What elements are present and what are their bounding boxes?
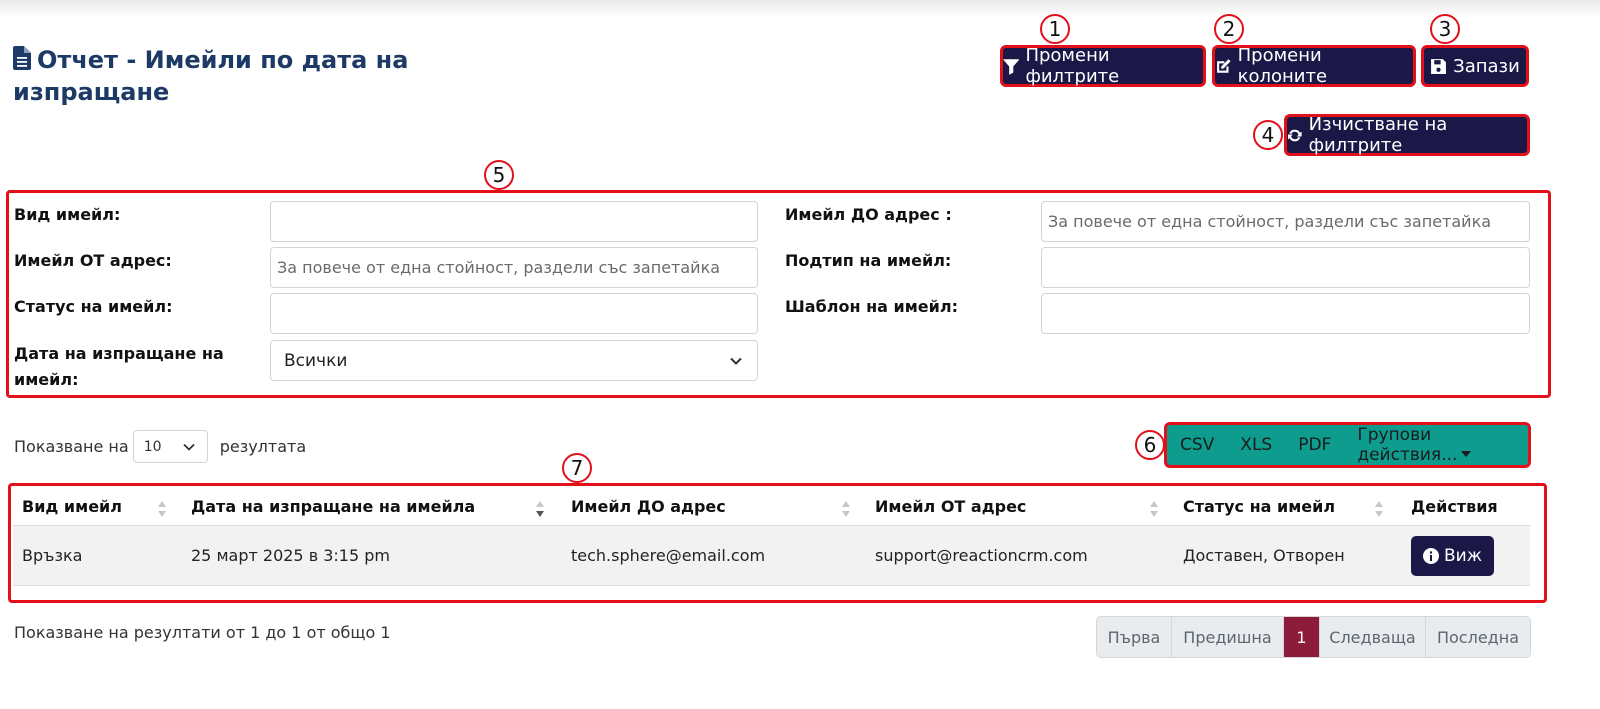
email-from-label: Имейл ОТ адрес: [14, 251, 172, 270]
edit-icon [1217, 58, 1231, 73]
column-header-to[interactable]: Имейл ДО адрес [562, 496, 866, 517]
change-columns-label: Промени колоните [1237, 45, 1328, 87]
cell-to: tech.sphere@email.com [571, 546, 766, 565]
send-date-label: Дата на изпращане на имейл: [14, 344, 224, 389]
email-template-label: Шаблон на имейл: [785, 297, 958, 316]
export-xls-button[interactable]: XLS [1227, 435, 1285, 455]
email-type-label: Вид имейл: [14, 205, 121, 224]
column-header-type[interactable]: Вид имейл [13, 496, 182, 517]
save-button[interactable]: Запази [1421, 45, 1529, 87]
page-title-text: Отчет - Имейли по дата на изпращане [13, 46, 409, 106]
change-columns-button[interactable]: Промени колоните [1212, 45, 1416, 87]
cell-type: Връзка [22, 546, 83, 565]
results-table: Вид имейл Дата на изпращане на имейла Им… [13, 487, 1530, 586]
showing-suffix: резултата [219, 437, 307, 456]
email-status-field[interactable] [270, 293, 758, 334]
showing-prefix: Показване на [14, 437, 129, 456]
pagination: Първа Предишна 1 Следваща Последна [1096, 616, 1531, 658]
refresh-icon [1287, 129, 1302, 141]
caret-down-icon [1461, 451, 1472, 457]
export-toolbar: CSV XLS PDF Групови действия... [1164, 422, 1531, 468]
sort-icon [1375, 500, 1383, 517]
cell-from: support@reactioncrm.com [875, 546, 1088, 565]
results-summary: Показване на резултати от 1 до 1 от общо… [14, 623, 391, 642]
annotation-6: 6 [1135, 430, 1165, 460]
column-header-date[interactable]: Дата на изпращане на имейла [182, 496, 562, 517]
floppy-disk-icon [1431, 58, 1447, 74]
email-template-field[interactable] [1041, 293, 1530, 334]
save-label: Запази [1453, 55, 1520, 77]
annotation-5: 5 [484, 160, 514, 190]
sort-icon [842, 500, 850, 517]
annotation-4: 4 [1253, 120, 1283, 150]
info-icon [1423, 547, 1439, 564]
cell-date: 25 март 2025 в 3:15 pm [191, 546, 390, 565]
annotation-1: 1 [1040, 14, 1070, 44]
email-subtype-label: Подтип на имейл: [785, 251, 952, 270]
page-size-value: 10 [143, 438, 162, 455]
chevron-down-icon [183, 443, 195, 451]
send-date-selected: Всички [284, 350, 348, 371]
pagination-last[interactable]: Последна [1426, 617, 1530, 657]
email-type-field[interactable] [270, 201, 758, 242]
sort-icon [158, 500, 166, 517]
clear-filters-button[interactable]: Изчистване на филтрите [1284, 114, 1530, 156]
clear-filters-label: Изчистване на филтрите [1308, 114, 1448, 156]
column-header-actions-label: Действия [1411, 496, 1498, 516]
view-button[interactable]: Виж [1411, 535, 1495, 576]
change-filters-button[interactable]: Промени филтрите [1000, 45, 1206, 87]
pagination-current-page[interactable]: 1 [1284, 617, 1320, 657]
send-date-select[interactable]: Всички [270, 340, 758, 381]
export-csv-button[interactable]: CSV [1167, 435, 1227, 455]
view-button-label: Виж [1444, 545, 1483, 566]
change-filters-label: Промени филтрите [1025, 45, 1120, 87]
cell-status: Доставен, Отворен [1183, 546, 1345, 565]
page-size-control: Показване на 10 резултата [14, 430, 306, 463]
pagination-first[interactable]: Първа [1097, 617, 1172, 657]
bulk-actions-label: Групови действия... [1357, 425, 1458, 465]
document-icon [13, 46, 31, 70]
sort-desc-icon [536, 500, 544, 517]
annotation-2: 2 [1214, 14, 1244, 44]
table-header: Вид имейл Дата на изпращане на имейла Им… [13, 487, 1530, 526]
column-header-status-label: Статус на имейл [1183, 496, 1336, 516]
annotation-3: 3 [1430, 14, 1460, 44]
email-status-label: Статус на имейл: [14, 297, 173, 316]
page-size-select[interactable]: 10 [132, 430, 208, 463]
email-to-label: Имейл ДО адрес : [785, 205, 952, 224]
column-header-from[interactable]: Имейл ОТ адрес [866, 496, 1174, 517]
email-to-field[interactable] [1041, 201, 1530, 242]
bulk-actions-dropdown[interactable]: Групови действия... [1344, 425, 1528, 465]
page-title: Отчет - Имейли по дата на изпращане [13, 44, 533, 108]
top-shadow [0, 0, 1600, 18]
chevron-down-icon [730, 357, 742, 365]
column-header-from-label: Имейл ОТ адрес [875, 496, 1027, 516]
export-pdf-button[interactable]: PDF [1285, 435, 1344, 455]
column-header-to-label: Имейл ДО адрес [571, 496, 726, 516]
pagination-next[interactable]: Следваща [1320, 617, 1426, 657]
cell-actions: Виж [1402, 535, 1530, 576]
email-from-field[interactable] [270, 247, 758, 288]
table-row: Връзка 25 март 2025 в 3:15 pm tech.spher… [13, 526, 1530, 586]
sort-icon [1150, 500, 1158, 517]
column-header-actions: Действия [1402, 497, 1530, 516]
annotation-7: 7 [562, 453, 592, 483]
column-header-type-label: Вид имейл [22, 496, 122, 516]
pagination-prev[interactable]: Предишна [1172, 617, 1284, 657]
column-header-status[interactable]: Статус на имейл [1174, 496, 1402, 517]
filter-icon [1003, 58, 1020, 75]
column-header-date-label: Дата на изпращане на имейла [191, 496, 476, 516]
email-subtype-field[interactable] [1041, 247, 1530, 288]
